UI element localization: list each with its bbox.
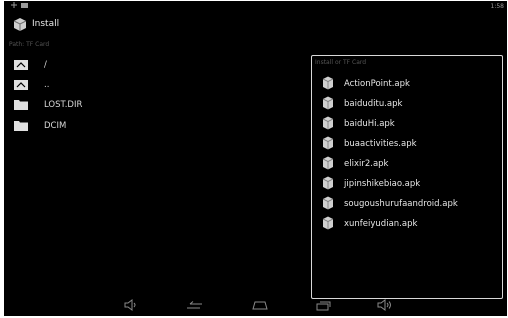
apk-item[interactable]: ActionPoint.apk — [322, 76, 500, 92]
recent-apps-icon[interactable] — [316, 300, 332, 311]
apk-panel: Install or TF Card ActionPoint.apk baidu… — [311, 55, 503, 299]
volume-down-icon[interactable] — [124, 299, 138, 311]
apk-icon — [322, 76, 334, 90]
folder-up-icon — [14, 60, 28, 70]
home-icon[interactable] — [252, 300, 268, 310]
apk-label: sougoushurufaandroid.apk — [344, 199, 458, 209]
apk-item[interactable]: baiduHi.apk — [322, 116, 500, 132]
apk-icon — [322, 136, 334, 150]
back-icon[interactable] — [186, 301, 204, 311]
apk-item[interactable]: xunfeiyudian.apk — [322, 216, 500, 232]
file-label: .. — [44, 80, 50, 90]
apk-item[interactable]: elixir2.apk — [322, 156, 500, 172]
apk-label: xunfeiyudian.apk — [344, 219, 418, 229]
apk-label: buaactivities.apk — [344, 139, 417, 149]
file-label: DCIM — [44, 121, 67, 131]
file-label: LOST.DIR — [44, 100, 83, 110]
apk-label: jipinshikebiao.apk — [344, 179, 421, 189]
apk-item[interactable]: baiduditu.apk — [322, 96, 500, 112]
apk-item[interactable]: jipinshikebiao.apk — [322, 176, 500, 192]
apk-icon — [322, 156, 334, 170]
folder-icon — [14, 100, 28, 110]
apk-label: elixir2.apk — [344, 159, 389, 169]
file-item[interactable]: LOST.DIR — [14, 97, 194, 113]
apk-item[interactable]: buaactivities.apk — [322, 136, 500, 152]
apk-icon — [322, 96, 334, 110]
screen: 1:58 Install Path: TF Card / .. LOST.DIR… — [4, 1, 507, 316]
file-item[interactable]: DCIM — [14, 118, 194, 134]
apk-icon — [322, 116, 334, 130]
file-item[interactable]: .. — [14, 77, 194, 93]
folder-up-icon — [14, 80, 28, 90]
apk-item[interactable]: sougoushurufaandroid.apk — [322, 196, 500, 212]
navigation-bar — [4, 297, 507, 316]
apk-icon — [322, 176, 334, 190]
panel-title: Install or TF Card — [315, 59, 367, 66]
usb-icon — [11, 2, 17, 8]
apk-icon — [322, 196, 334, 210]
apk-label: baiduditu.apk — [344, 99, 403, 109]
action-bar: Install — [4, 13, 507, 35]
package-icon — [13, 18, 27, 31]
volume-up-icon[interactable] — [377, 299, 393, 311]
apk-icon — [322, 216, 334, 230]
app-title: Install — [32, 19, 60, 29]
folder-icon — [14, 121, 28, 131]
notification-icon — [21, 3, 28, 8]
apk-label: baiduHi.apk — [344, 119, 395, 129]
status-bar: 1:58 — [4, 1, 507, 12]
file-item[interactable]: / — [14, 57, 194, 73]
clock: 1:58 — [490, 3, 504, 10]
file-label: / — [44, 60, 47, 70]
path-label: Path: TF Card — [9, 41, 50, 48]
apk-label: ActionPoint.apk — [344, 79, 410, 89]
status-icons — [10, 1, 32, 13]
